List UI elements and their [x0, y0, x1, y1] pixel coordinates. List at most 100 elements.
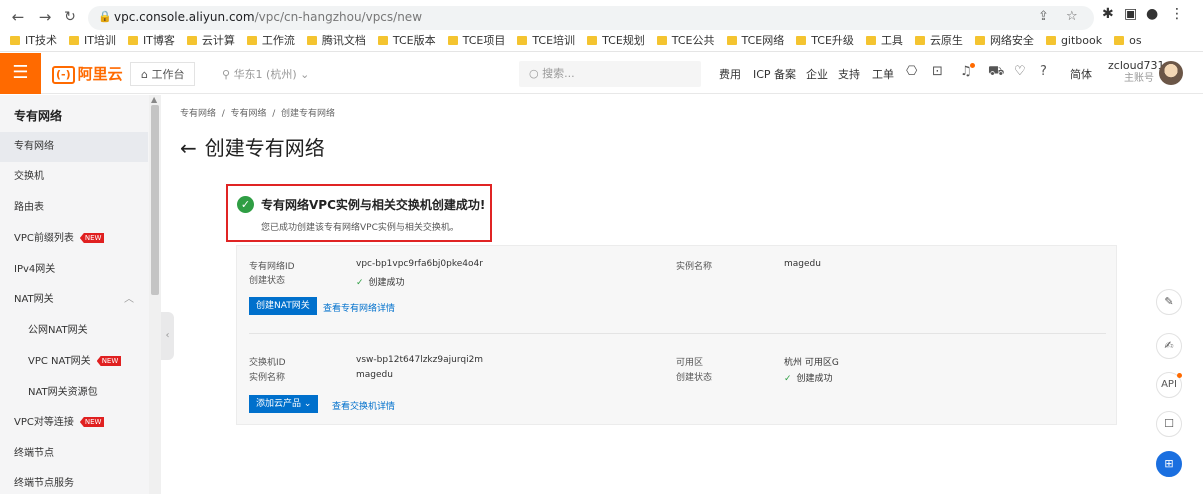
back-arrow-icon[interactable]: ← — [8, 7, 28, 27]
bookmark-item[interactable]: TCE规划 — [587, 32, 645, 48]
bookmark-item[interactable]: IT博客 — [127, 32, 175, 48]
bookmark-item[interactable]: TCE培训 — [517, 32, 575, 48]
profile-icon[interactable]: ● — [1146, 6, 1158, 22]
forward-arrow-icon[interactable]: → — [35, 7, 55, 27]
vpc-name-value: magedu — [784, 259, 821, 269]
nav-fees[interactable]: 费用 — [719, 66, 741, 82]
check-icon: ✓ — [356, 278, 364, 288]
sidebar-item-vpc-nat[interactable]: VPC NAT网关 NEW — [0, 347, 148, 377]
vsw-status-label: 创建状态 — [676, 373, 713, 383]
home-icon: ⌂ — [141, 68, 148, 81]
workbench-button[interactable]: ⌂ 工作台 — [130, 62, 196, 86]
bookmark-item[interactable]: TCE项目 — [447, 32, 505, 48]
star-icon[interactable]: ☆ — [1066, 9, 1078, 24]
bookmark-item[interactable]: gitbook — [1045, 34, 1102, 47]
sidebar-item-vpc-peering[interactable]: VPC对等连接 NEW — [0, 408, 148, 438]
new-badge: NEW — [96, 356, 122, 366]
bookmark-item[interactable]: IT培训 — [68, 32, 116, 48]
bookmark-item[interactable]: TCE升级 — [796, 32, 854, 48]
vsw-detail-link[interactable]: 查看交换机详情 — [332, 399, 395, 412]
sidebar-item-endpoint[interactable]: 终端节点 — [0, 439, 148, 469]
bookmark-item[interactable]: 云计算 — [186, 32, 235, 48]
folder-icon — [656, 36, 667, 45]
menu-icon[interactable]: ☰ — [0, 53, 41, 94]
help-icon[interactable]: ? — [1040, 64, 1047, 79]
bookmarks-bar: IT技术 IT培训 IT博客 云计算 工作流 腾讯文档 TCE版本 TCE项目 TCE培训 TCE… — [10, 32, 1200, 50]
zone-label: 可用区 — [676, 358, 704, 368]
sidebar-item-endpoint-service[interactable]: 终端节点服务 — [0, 469, 148, 499]
nav-ticket[interactable]: 工单 — [872, 66, 894, 82]
sidebar-item-prefix-list[interactable]: VPC前缀列表 NEW — [0, 224, 148, 254]
location-icon: ⚲ — [222, 68, 231, 81]
back-arrow-icon[interactable]: ← — [180, 136, 197, 160]
sidebar: 专有网络 专有网络 交换机 路由表 VPC前缀列表 NEW IPv4网关 NAT网… — [0, 95, 161, 494]
sidebar-item-nat-gateway[interactable]: NAT网关 ︿ — [0, 285, 148, 315]
create-nat-button[interactable]: 创建NAT网关 — [249, 297, 317, 315]
bookmark-item[interactable]: TCE网络 — [726, 32, 784, 48]
nav-support[interactable]: 支持 — [838, 66, 860, 82]
sidebar-item-ipv4-gateway[interactable]: IPv4网关 — [0, 255, 148, 285]
reload-icon[interactable]: ↻ — [60, 7, 80, 27]
vpc-detail-link[interactable]: 查看专有网络详情 — [323, 301, 395, 314]
address-bar[interactable]: 🔒 vpc.console.aliyun.com/vpc/cn-hangzhou… — [88, 6, 1094, 30]
console-topbar: ☰ (-) 阿里云 ⌂ 工作台 ⚲ 华东1 (杭州) ⌄ ○ 搜索... 费用 I… — [0, 53, 1203, 94]
nav-enterprise[interactable]: 企业 — [806, 66, 828, 82]
notes-icon[interactable]: ✍ — [1156, 333, 1182, 359]
bookmark-item[interactable]: IT技术 — [10, 32, 57, 48]
folder-icon — [914, 36, 925, 45]
share-icon[interactable]: ⇪ — [1038, 9, 1049, 24]
bookmark-item[interactable]: 腾讯文档 — [306, 32, 366, 48]
url-text: vpc.console.aliyun.com/vpc/cn-hangzhou/v… — [114, 10, 423, 24]
bookmark-item[interactable]: 工作流 — [246, 32, 295, 48]
bookmark-item[interactable]: 云原生 — [914, 32, 963, 48]
vsw-status-value: ✓ 创建成功 — [784, 374, 833, 384]
sidebar-item-vswitch[interactable]: 交换机 — [0, 162, 148, 192]
check-circle-icon: ✓ — [237, 196, 254, 213]
language-switch[interactable]: 简体 — [1070, 66, 1092, 82]
breadcrumb-item[interactable]: 专有网络 — [231, 109, 267, 119]
nav-icp[interactable]: ICP 备案 — [753, 66, 796, 82]
browser-chrome: ← → ↻ 🔒 vpc.console.aliyun.com/vpc/cn-ha… — [0, 0, 1203, 52]
bookmark-item[interactable]: TCE版本 — [377, 32, 436, 48]
search-icon: ○ — [529, 67, 539, 80]
bookmark-item[interactable]: TCE公共 — [656, 32, 715, 48]
user-account[interactable]: zcloud731 主账号 — [1108, 59, 1165, 85]
bookmark-item[interactable]: os — [1114, 34, 1142, 47]
lightbulb-icon[interactable]: ♡ — [1014, 64, 1026, 79]
lock-icon: 🔒 — [98, 10, 112, 23]
terminal-icon[interactable]: ⎔ — [906, 64, 917, 79]
chevron-down-icon: ⌄ — [303, 399, 312, 409]
scrollbar-thumb[interactable] — [151, 105, 159, 295]
menu-dots-icon[interactable]: ⋮ — [1170, 6, 1184, 22]
bookmark-item[interactable]: 网络安全 — [974, 32, 1034, 48]
chat-icon[interactable]: ☐ — [1156, 411, 1182, 437]
cart-icon[interactable]: ⛟ — [988, 64, 1004, 81]
vpc-id-label: 专有网络ID — [249, 262, 295, 272]
sidepanel-icon[interactable]: ▣ — [1124, 6, 1137, 22]
address-row: ← → ↻ 🔒 vpc.console.aliyun.com/vpc/cn-ha… — [0, 4, 1203, 30]
search-input[interactable]: ○ 搜索... — [519, 61, 701, 87]
divider — [249, 333, 1106, 334]
sidebar-item-public-nat[interactable]: 公网NAT网关 — [0, 316, 148, 346]
sidebar-scrollbar[interactable]: ▲ — [149, 95, 161, 494]
sidebar-item-vpc[interactable]: 专有网络 — [0, 132, 148, 162]
sidebar-item-nat-package[interactable]: NAT网关资源包 — [0, 378, 148, 408]
avatar[interactable] — [1159, 61, 1183, 85]
region-selector[interactable]: ⚲ 华东1 (杭州) ⌄ — [222, 66, 309, 82]
aliyun-logo[interactable]: (-) 阿里云 — [52, 63, 123, 84]
sidebar-item-route-table[interactable]: 路由表 — [0, 193, 148, 223]
edit-icon[interactable]: ✎ — [1156, 289, 1182, 315]
breadcrumb-item[interactable]: 专有网络 — [180, 109, 216, 119]
apps-icon[interactable]: ⊞ — [1156, 451, 1182, 477]
cloudshell-icon[interactable]: ⊡ — [932, 64, 943, 79]
folder-icon — [246, 36, 257, 45]
folder-icon — [377, 36, 388, 45]
vsw-name-value: magedu — [356, 370, 393, 380]
chevron-up-icon: ︿ — [124, 294, 134, 305]
zone-value: 杭州 可用区G — [784, 358, 839, 368]
scroll-up-icon[interactable]: ▲ — [151, 95, 157, 104]
bookmark-item[interactable]: 工具 — [865, 32, 903, 48]
add-cloud-product-button[interactable]: 添加云产品 ⌄ — [249, 395, 319, 413]
extensions-icon[interactable]: ✱ — [1102, 6, 1114, 22]
notification-dot — [970, 63, 975, 68]
